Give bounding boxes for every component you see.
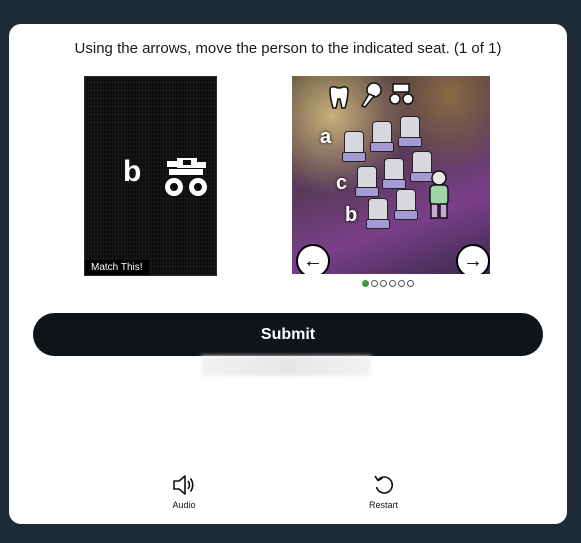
- seat: [394, 189, 418, 220]
- audio-button[interactable]: Audio: [172, 474, 196, 510]
- row-label-a: a: [320, 126, 332, 148]
- submit-button[interactable]: Submit: [33, 313, 543, 356]
- target-letter: b: [123, 155, 142, 188]
- page-dot: [389, 280, 396, 287]
- previous-arrow-button[interactable]: ←: [296, 244, 330, 274]
- speaker-icon: [173, 475, 194, 495]
- ice-cream-icon: [360, 82, 382, 108]
- restart-button[interactable]: Restart: [369, 474, 398, 510]
- row-label-c: c: [336, 172, 348, 194]
- tooth-icon: [329, 86, 349, 109]
- restart-icon: [373, 475, 393, 494]
- seat: [382, 158, 406, 189]
- instruction-text: Using the arrows, move the person to the…: [74, 40, 502, 57]
- monster-truck-small-icon: [389, 83, 414, 105]
- next-arrow-button[interactable]: →: [456, 244, 490, 274]
- page-dot: [371, 280, 378, 287]
- page-dot: [380, 280, 387, 287]
- pagination-dots: [362, 280, 414, 287]
- person-icon: [429, 170, 449, 219]
- seat: [342, 131, 366, 162]
- monster-truck-icon: [165, 158, 207, 196]
- seat: [398, 116, 422, 147]
- page-dot: [398, 280, 405, 287]
- match-this-label: Match This!: [85, 260, 149, 275]
- target-image: b Match This!: [84, 76, 217, 276]
- audio-label: Audio: [172, 500, 196, 510]
- row-label-b: b: [345, 204, 358, 226]
- restart-label: Restart: [369, 500, 399, 510]
- seat: [370, 121, 394, 152]
- page-dot: [407, 280, 414, 287]
- page-dot: [362, 280, 369, 287]
- seat: [355, 166, 379, 197]
- seat: [366, 198, 390, 229]
- captcha-card: Using the arrows, move the person to the…: [9, 24, 567, 524]
- obscured-text: [201, 356, 371, 376]
- seat-scene[interactable]: a c b ← →: [292, 76, 490, 274]
